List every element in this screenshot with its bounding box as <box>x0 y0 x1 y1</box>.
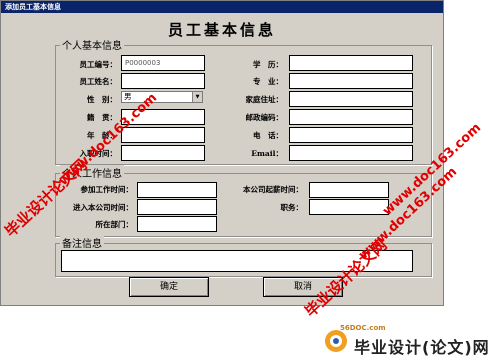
label-employee-name: 员工姓名： <box>79 77 118 86</box>
label-education: 学 历： <box>253 60 283 69</box>
label-home-address: 家庭住址： <box>245 95 284 104</box>
label-major: 专 业： <box>253 77 283 86</box>
logo-small-text: 56DOC.com <box>340 324 386 332</box>
window-titlebar: 添加员工基本信息 <box>1 1 443 13</box>
gender-select-value: 男 <box>124 92 132 101</box>
site-logo: 56DOC.com 毕业设计(论文)网 <box>320 324 494 357</box>
department-field[interactable] <box>137 216 217 232</box>
label-postcode: 邮政编码： <box>245 113 284 122</box>
label-department: 所在部门： <box>95 220 134 229</box>
home-address-field[interactable] <box>289 91 413 107</box>
remarks-title: 备注信息 <box>60 235 104 250</box>
education-field[interactable] <box>289 55 413 71</box>
postcode-field[interactable] <box>289 109 413 125</box>
gender-select[interactable]: 男 ▼ <box>121 91 203 103</box>
label-salary-start-date: 本公司起薪时间： <box>243 185 303 194</box>
position-field[interactable] <box>309 199 389 215</box>
age-field[interactable] <box>121 127 205 143</box>
label-employee-id: 员工编号： <box>79 60 118 69</box>
chevron-down-icon[interactable]: ▼ <box>192 92 202 102</box>
phone-field[interactable] <box>289 127 413 143</box>
employee-id-field[interactable]: P0000003 <box>121 55 205 71</box>
employee-name-field[interactable] <box>121 73 205 89</box>
confirm-button[interactable]: 确定 <box>129 277 209 297</box>
salary-start-date-field[interactable] <box>309 182 389 198</box>
major-field[interactable] <box>289 73 413 89</box>
label-phone: 电 话： <box>253 131 283 140</box>
join-company-date-field[interactable] <box>137 199 217 215</box>
label-join-company-date: 进入本公司时间： <box>73 203 133 212</box>
label-gender: 性 别： <box>87 95 117 104</box>
label-email: Email： <box>251 149 283 158</box>
label-hometown: 籍 贯： <box>87 113 117 122</box>
label-position: 职务： <box>280 203 304 212</box>
personal-info-title: 个人基本信息 <box>60 37 124 52</box>
email-field[interactable] <box>289 145 413 161</box>
logo-big-text: 毕业设计(论文)网 <box>354 338 490 357</box>
hire-date-field[interactable] <box>121 145 205 161</box>
join-work-date-field[interactable] <box>137 182 217 198</box>
